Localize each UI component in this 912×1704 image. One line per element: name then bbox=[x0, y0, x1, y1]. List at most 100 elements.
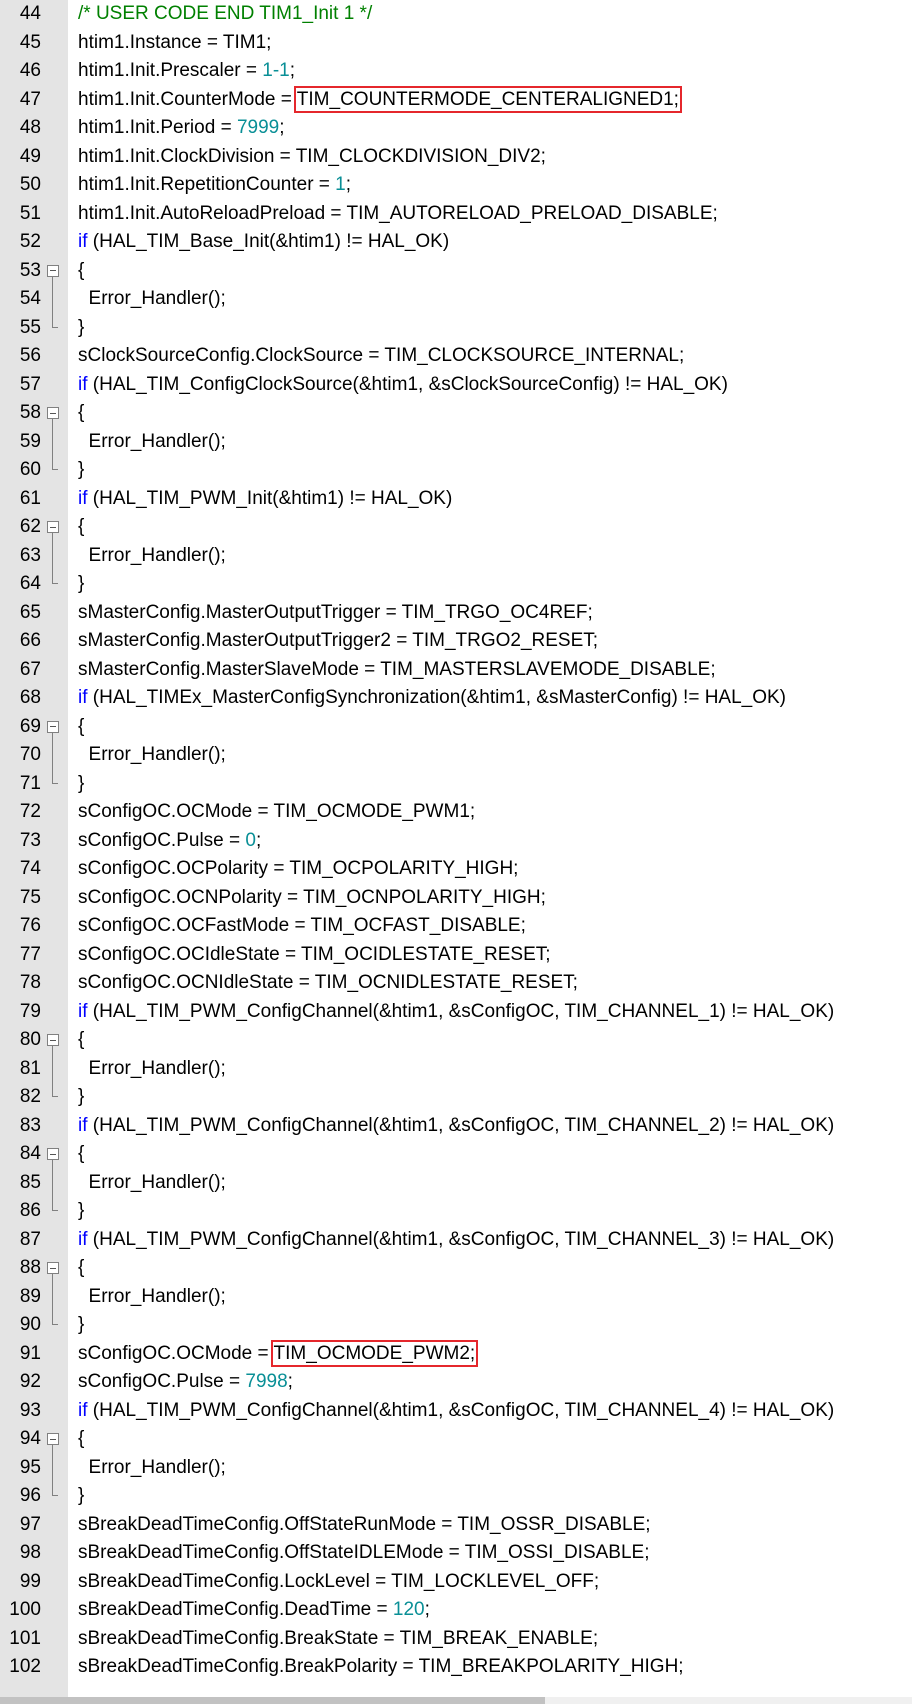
code-text[interactable]: sConfigOC.OCPolarity = TIM_OCPOLARITY_HI… bbox=[78, 855, 518, 884]
code-line[interactable]: 85 Error_Handler(); bbox=[0, 1168, 912, 1198]
fold-box-icon[interactable] bbox=[47, 264, 59, 277]
fold-collapse-icon[interactable] bbox=[45, 513, 61, 542]
code-line[interactable]: 97 sBreakDeadTimeConfig.OffStateRunMode =… bbox=[0, 1511, 912, 1540]
code-text[interactable]: { bbox=[78, 1254, 84, 1283]
fold-box-icon[interactable] bbox=[47, 720, 59, 733]
code-line[interactable]: 49 htim1.Init.ClockDivision = TIM_CLOCKDI… bbox=[0, 143, 912, 172]
code-line[interactable]: 66 sMasterConfig.MasterOutputTrigger2 = T… bbox=[0, 627, 912, 656]
code-line[interactable]: 92 sConfigOC.Pulse = 7998; bbox=[0, 1368, 912, 1397]
code-editor[interactable]: 44 /* USER CODE END TIM1_Init 1 */ 45 htim1… bbox=[0, 0, 912, 1704]
fold-box-icon[interactable] bbox=[47, 407, 59, 419]
code-text[interactable]: Error_Handler(); bbox=[78, 542, 226, 571]
fold-box-icon[interactable] bbox=[47, 1148, 59, 1160]
code-text[interactable]: sMasterConfig.MasterOutputTrigger = TIM_… bbox=[78, 599, 593, 628]
code-line[interactable]: 100 sBreakDeadTimeConfig.DeadTime = 120; bbox=[0, 1596, 912, 1625]
code-text[interactable]: sBreakDeadTimeConfig.LockLevel = TIM_LOC… bbox=[78, 1568, 599, 1597]
code-text[interactable]: htim1.Init.Period = 7999; bbox=[78, 114, 285, 143]
code-line[interactable]: 73 sConfigOC.Pulse = 0; bbox=[0, 827, 912, 856]
code-line[interactable]: 55} bbox=[0, 313, 912, 343]
code-text[interactable]: } bbox=[78, 1083, 84, 1112]
fold-collapse-icon[interactable] bbox=[45, 1254, 61, 1283]
fold-box-icon[interactable] bbox=[47, 1433, 59, 1445]
code-text[interactable]: sClockSourceConfig.ClockSource = TIM_CLO… bbox=[78, 342, 684, 371]
fold-collapse-icon[interactable] bbox=[45, 257, 61, 286]
code-line[interactable]: 102 sBreakDeadTimeConfig.BreakPolarity = … bbox=[0, 1653, 912, 1682]
code-line[interactable]: 78 sConfigOC.OCNIdleState = TIM_OCNIDLEST… bbox=[0, 969, 912, 998]
code-line[interactable]: 86} bbox=[0, 1197, 912, 1226]
code-line[interactable]: 98 sBreakDeadTimeConfig.OffStateIDLEMode … bbox=[0, 1539, 912, 1568]
code-text[interactable]: sConfigOC.Pulse = 7998; bbox=[78, 1368, 293, 1397]
code-line[interactable]: 96} bbox=[0, 1482, 912, 1511]
code-line[interactable]: 60} bbox=[0, 456, 912, 485]
code-line[interactable]: 77 sConfigOC.OCIdleState = TIM_OCIDLESTAT… bbox=[0, 941, 912, 970]
code-text[interactable]: sBreakDeadTimeConfig.BreakPolarity = TIM… bbox=[78, 1653, 684, 1682]
code-text[interactable]: { bbox=[78, 713, 84, 742]
fold-box-icon[interactable] bbox=[47, 1034, 59, 1046]
code-text[interactable]: sConfigOC.Pulse = 0; bbox=[78, 827, 261, 856]
code-text[interactable]: } bbox=[78, 1311, 84, 1340]
code-text[interactable]: if (HAL_TIM_PWM_ConfigChannel(&htim1, &s… bbox=[78, 1226, 834, 1255]
fold-collapse-icon[interactable] bbox=[45, 713, 61, 742]
code-line[interactable]: 68 if (HAL_TIMEx_MasterConfigSynchronizat… bbox=[0, 684, 912, 713]
code-text[interactable]: } bbox=[78, 1482, 84, 1511]
code-line[interactable]: 48 htim1.Init.Period = 7999; bbox=[0, 114, 912, 143]
code-text[interactable]: } bbox=[78, 770, 84, 799]
code-line[interactable]: 57 if (HAL_TIM_ConfigClockSource(&htim1, … bbox=[0, 371, 912, 400]
code-text[interactable]: Error_Handler(); bbox=[78, 428, 226, 457]
code-line[interactable]: 79 if (HAL_TIM_PWM_ConfigChannel(&htim1, … bbox=[0, 998, 912, 1027]
code-text[interactable]: Error_Handler(); bbox=[78, 1454, 226, 1483]
code-text[interactable]: sConfigOC.OCNPolarity = TIM_OCNPOLARITY_… bbox=[78, 884, 546, 913]
code-line[interactable]: 50 htim1.Init.RepetitionCounter = 1; bbox=[0, 171, 912, 200]
code-line[interactable]: 93 if (HAL_TIM_PWM_ConfigChannel(&htim1, … bbox=[0, 1397, 912, 1426]
code-line[interactable]: 61 if (HAL_TIM_PWM_Init(&htim1) != HAL_OK… bbox=[0, 485, 912, 514]
code-line[interactable]: 91 sConfigOC.OCMode = TIM_OCMODE_PWM2; bbox=[0, 1339, 912, 1369]
code-line[interactable]: 63 Error_Handler(); bbox=[0, 541, 912, 571]
code-text[interactable]: sConfigOC.OCNIdleState = TIM_OCNIDLESTAT… bbox=[78, 969, 578, 998]
code-text[interactable]: sBreakDeadTimeConfig.DeadTime = 120; bbox=[78, 1596, 430, 1625]
code-text[interactable]: sConfigOC.OCMode = TIM_OCMODE_PWM2; bbox=[78, 1339, 479, 1369]
code-area[interactable]: 44 /* USER CODE END TIM1_Init 1 */ 45 htim1… bbox=[0, 0, 912, 1682]
code-text[interactable]: htim1.Init.RepetitionCounter = 1; bbox=[78, 171, 351, 200]
code-line[interactable]: 52 if (HAL_TIM_Base_Init(&htim1) != HAL_O… bbox=[0, 228, 912, 257]
code-line[interactable]: 47 htim1.Init.CounterMode = TIM_COUNTERMO… bbox=[0, 85, 912, 115]
code-line[interactable]: 54 Error_Handler(); bbox=[0, 285, 912, 314]
code-text[interactable]: Error_Handler(); bbox=[78, 1283, 226, 1312]
code-text[interactable]: htim1.Init.AutoReloadPreload = TIM_AUTOR… bbox=[78, 200, 718, 229]
code-text[interactable]: sMasterConfig.MasterOutputTrigger2 = TIM… bbox=[78, 627, 598, 656]
code-text[interactable]: if (HAL_TIM_PWM_Init(&htim1) != HAL_OK) bbox=[78, 485, 452, 514]
code-text[interactable]: Error_Handler(); bbox=[78, 1055, 226, 1084]
code-text[interactable]: if (HAL_TIM_ConfigClockSource(&htim1, &s… bbox=[78, 371, 728, 400]
code-line[interactable]: 83 if (HAL_TIM_PWM_ConfigChannel(&htim1, … bbox=[0, 1112, 912, 1141]
code-text[interactable]: /* USER CODE END TIM1_Init 1 */ bbox=[78, 0, 372, 29]
code-text[interactable]: htim1.Instance = TIM1; bbox=[78, 29, 271, 58]
code-text[interactable]: sBreakDeadTimeConfig.BreakState = TIM_BR… bbox=[78, 1625, 598, 1654]
code-line[interactable]: 58 { bbox=[0, 399, 912, 428]
code-line[interactable]: 70 Error_Handler(); bbox=[0, 741, 912, 770]
code-text[interactable]: Error_Handler(); bbox=[78, 285, 226, 314]
code-text[interactable]: if (HAL_TIMEx_MasterConfigSynchronizatio… bbox=[78, 684, 786, 713]
code-line[interactable]: 45 htim1.Instance = TIM1; bbox=[0, 29, 912, 58]
code-text[interactable]: { bbox=[78, 257, 84, 286]
code-text[interactable]: if (HAL_TIM_PWM_ConfigChannel(&htim1, &s… bbox=[78, 1112, 834, 1141]
code-text[interactable]: if (HAL_TIM_Base_Init(&htim1) != HAL_OK) bbox=[78, 228, 449, 257]
code-text[interactable]: if (HAL_TIM_PWM_ConfigChannel(&htim1, &s… bbox=[78, 1397, 834, 1426]
code-line[interactable]: 51 htim1.Init.AutoReloadPreload = TIM_AUT… bbox=[0, 200, 912, 229]
code-line[interactable]: 81 Error_Handler(); bbox=[0, 1054, 912, 1084]
code-text[interactable]: Error_Handler(); bbox=[78, 741, 226, 770]
code-line[interactable]: 74 sConfigOC.OCPolarity = TIM_OCPOLARITY_… bbox=[0, 855, 912, 884]
code-line[interactable]: 62 { bbox=[0, 513, 912, 542]
code-text[interactable]: sBreakDeadTimeConfig.OffStateIDLEMode = … bbox=[78, 1539, 650, 1568]
code-text[interactable]: { bbox=[78, 1026, 84, 1055]
code-line[interactable]: 84 { bbox=[0, 1140, 912, 1169]
code-line[interactable]: 56 sClockSourceConfig.ClockSource = TIM_C… bbox=[0, 342, 912, 371]
code-text[interactable]: { bbox=[78, 399, 84, 428]
code-line[interactable]: 89 Error_Handler(); bbox=[0, 1282, 912, 1312]
code-line[interactable]: 76 sConfigOC.OCFastMode = TIM_OCFAST_DISA… bbox=[0, 912, 912, 941]
code-text[interactable]: Error_Handler(); bbox=[78, 1169, 226, 1198]
code-line[interactable]: 67 sMasterConfig.MasterSlaveMode = TIM_MA… bbox=[0, 656, 912, 685]
code-line[interactable]: 75 sConfigOC.OCNPolarity = TIM_OCNPOLARIT… bbox=[0, 884, 912, 913]
code-line[interactable]: 101 sBreakDeadTimeConfig.BreakState = TIM… bbox=[0, 1625, 912, 1654]
code-line[interactable]: 94 { bbox=[0, 1425, 912, 1454]
fold-collapse-icon[interactable] bbox=[45, 1026, 61, 1055]
fold-collapse-icon[interactable] bbox=[45, 1140, 61, 1169]
